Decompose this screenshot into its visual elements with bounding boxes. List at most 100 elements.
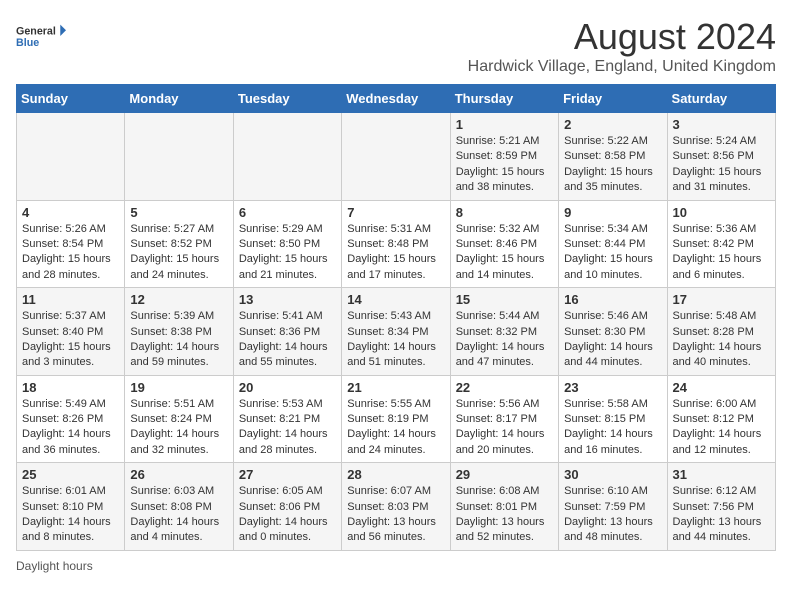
day-number: 13 — [239, 292, 336, 307]
calendar-cell: 22 Sunrise: 5:56 AM Sunset: 8:17 PM Dayli… — [450, 375, 558, 463]
day-header-monday: Monday — [125, 85, 233, 113]
day-info: Sunrise: 5:49 AM Sunset: 8:26 PM Dayligh… — [22, 397, 119, 459]
day-number: 15 — [456, 292, 553, 307]
calendar-cell: 1Sunrise: 5:21 AM Sunset: 8:59 PM Daylig… — [450, 113, 558, 201]
day-number: 7 — [347, 205, 444, 220]
day-number: 11 — [22, 292, 119, 307]
day-info: Sunrise: 6:01 AM Sunset: 8:10 PM Dayligh… — [22, 484, 119, 546]
calendar-cell: 17Sunrise: 5:48 AM Sunset: 8:28 PM Dayli… — [667, 288, 775, 376]
calendar-cell: 14 Sunrise: 5:43 AM Sunset: 8:34 PM Dayli… — [342, 288, 450, 376]
calendar-cell — [233, 113, 341, 201]
calendar-cell: 23 Sunrise: 5:58 AM Sunset: 8:15 PM Dayli… — [559, 375, 667, 463]
day-info: Sunrise: 5:44 AM Sunset: 8:32 PM Dayligh… — [456, 309, 553, 371]
week-row-4: 18 Sunrise: 5:49 AM Sunset: 8:26 PM Dayli… — [17, 375, 776, 463]
day-info: Sunrise: 5:31 AM Sunset: 8:48 PM Dayligh… — [347, 222, 444, 284]
day-number: 28 — [347, 467, 444, 482]
day-number: 2 — [564, 117, 661, 132]
day-number: 18 — [22, 380, 119, 395]
day-number: 10 — [673, 205, 770, 220]
calendar-cell: 25 Sunrise: 6:01 AM Sunset: 8:10 PM Dayli… — [17, 463, 125, 551]
day-info: Sunrise: 6:08 AM Sunset: 8:01 PM Dayligh… — [456, 484, 553, 546]
day-info: Sunrise: 6:05 AM Sunset: 8:06 PM Dayligh… — [239, 484, 336, 546]
calendar-cell: 21 Sunrise: 5:55 AM Sunset: 8:19 PM Dayli… — [342, 375, 450, 463]
day-header-saturday: Saturday — [667, 85, 775, 113]
day-info: Sunrise: 5:55 AM Sunset: 8:19 PM Dayligh… — [347, 397, 444, 459]
day-info: Sunrise: 5:43 AM Sunset: 8:34 PM Dayligh… — [347, 309, 444, 371]
calendar-cell — [342, 113, 450, 201]
day-info: Sunrise: 5:32 AM Sunset: 8:46 PM Dayligh… — [456, 222, 553, 284]
day-number: 23 — [564, 380, 661, 395]
day-info: Sunrise: 5:56 AM Sunset: 8:17 PM Dayligh… — [456, 397, 553, 459]
day-number: 19 — [130, 380, 227, 395]
day-info: Sunrise: 5:58 AM Sunset: 8:15 PM Dayligh… — [564, 397, 661, 459]
calendar-cell: 10 Sunrise: 5:36 AM Sunset: 8:42 PM Dayli… — [667, 200, 775, 288]
day-info: Sunrise: 5:34 AM Sunset: 8:44 PM Dayligh… — [564, 222, 661, 284]
calendar-cell: 31 Sunrise: 6:12 AM Sunset: 7:56 PM Dayli… — [667, 463, 775, 551]
calendar-cell — [17, 113, 125, 201]
calendar-cell: 12Sunrise: 5:39 AM Sunset: 8:38 PM Dayli… — [125, 288, 233, 376]
day-info: Sunrise: 5:24 AM Sunset: 8:56 PM Dayligh… — [673, 134, 770, 196]
svg-text:Blue: Blue — [16, 37, 39, 49]
calendar-cell: 4Sunrise: 5:26 AM Sunset: 8:54 PM Daylig… — [17, 200, 125, 288]
week-row-3: 11 Sunrise: 5:37 AM Sunset: 8:40 PM Dayli… — [17, 288, 776, 376]
calendar-cell: 6 Sunrise: 5:29 AM Sunset: 8:50 PM Daylig… — [233, 200, 341, 288]
day-info: Sunrise: 5:41 AM Sunset: 8:36 PM Dayligh… — [239, 309, 336, 371]
day-number: 3 — [673, 117, 770, 132]
week-row-5: 25 Sunrise: 6:01 AM Sunset: 8:10 PM Dayli… — [17, 463, 776, 551]
svg-text:General: General — [16, 26, 56, 38]
day-info: Sunrise: 5:36 AM Sunset: 8:42 PM Dayligh… — [673, 222, 770, 284]
calendar-cell: 9Sunrise: 5:34 AM Sunset: 8:44 PM Daylig… — [559, 200, 667, 288]
calendar-cell: 19 Sunrise: 5:51 AM Sunset: 8:24 PM Dayli… — [125, 375, 233, 463]
week-row-2: 4Sunrise: 5:26 AM Sunset: 8:54 PM Daylig… — [17, 200, 776, 288]
main-title: August 2024 — [468, 16, 776, 58]
day-number: 22 — [456, 380, 553, 395]
calendar-cell: 29 Sunrise: 6:08 AM Sunset: 8:01 PM Dayli… — [450, 463, 558, 551]
day-header-tuesday: Tuesday — [233, 85, 341, 113]
day-number: 6 — [239, 205, 336, 220]
title-area: August 2024 Hardwick Village, England, U… — [468, 16, 776, 76]
calendar-cell: 13 Sunrise: 5:41 AM Sunset: 8:36 PM Dayli… — [233, 288, 341, 376]
calendar-cell: 15 Sunrise: 5:44 AM Sunset: 8:32 PM Dayli… — [450, 288, 558, 376]
day-header-friday: Friday — [559, 85, 667, 113]
day-info: Sunrise: 5:37 AM Sunset: 8:40 PM Dayligh… — [22, 309, 119, 371]
day-info: Sunrise: 5:46 AM Sunset: 8:30 PM Dayligh… — [564, 309, 661, 371]
day-number: 8 — [456, 205, 553, 220]
logo-svg: General Blue — [16, 16, 66, 56]
calendar-cell — [125, 113, 233, 201]
calendar-cell: 28 Sunrise: 6:07 AM Sunset: 8:03 PM Dayli… — [342, 463, 450, 551]
day-number: 26 — [130, 467, 227, 482]
calendar-cell: 5Sunrise: 5:27 AM Sunset: 8:52 PM Daylig… — [125, 200, 233, 288]
day-number: 4 — [22, 205, 119, 220]
day-info: Sunrise: 6:03 AM Sunset: 8:08 PM Dayligh… — [130, 484, 227, 546]
day-info: Sunrise: 5:29 AM Sunset: 8:50 PM Dayligh… — [239, 222, 336, 284]
day-number: 16 — [564, 292, 661, 307]
day-info: Sunrise: 5:21 AM Sunset: 8:59 PM Dayligh… — [456, 134, 553, 196]
calendar-cell: 2Sunrise: 5:22 AM Sunset: 8:58 PM Daylig… — [559, 113, 667, 201]
calendar-cell: 18 Sunrise: 5:49 AM Sunset: 8:26 PM Dayli… — [17, 375, 125, 463]
day-info: Sunrise: 5:51 AM Sunset: 8:24 PM Dayligh… — [130, 397, 227, 459]
calendar-cell: 20Sunrise: 5:53 AM Sunset: 8:21 PM Dayli… — [233, 375, 341, 463]
day-number: 14 — [347, 292, 444, 307]
day-info: Sunrise: 6:00 AM Sunset: 8:12 PM Dayligh… — [673, 397, 770, 459]
footer: Daylight hours — [16, 559, 776, 573]
subtitle: Hardwick Village, England, United Kingdo… — [468, 58, 776, 76]
calendar-cell: 11 Sunrise: 5:37 AM Sunset: 8:40 PM Dayli… — [17, 288, 125, 376]
day-header-sunday: Sunday — [17, 85, 125, 113]
day-number: 24 — [673, 380, 770, 395]
day-number: 5 — [130, 205, 227, 220]
calendar-cell: 27Sunrise: 6:05 AM Sunset: 8:06 PM Dayli… — [233, 463, 341, 551]
day-number: 31 — [673, 467, 770, 482]
calendar-cell: 30Sunrise: 6:10 AM Sunset: 7:59 PM Dayli… — [559, 463, 667, 551]
day-number: 29 — [456, 467, 553, 482]
day-number: 21 — [347, 380, 444, 395]
calendar-table: SundayMondayTuesdayWednesdayThursdayFrid… — [16, 84, 776, 551]
day-number: 25 — [22, 467, 119, 482]
calendar-header-row: SundayMondayTuesdayWednesdayThursdayFrid… — [17, 85, 776, 113]
day-info: Sunrise: 6:07 AM Sunset: 8:03 PM Dayligh… — [347, 484, 444, 546]
day-header-wednesday: Wednesday — [342, 85, 450, 113]
day-info: Sunrise: 6:12 AM Sunset: 7:56 PM Dayligh… — [673, 484, 770, 546]
daylight-hours-label: Daylight hours — [16, 559, 93, 573]
day-info: Sunrise: 6:10 AM Sunset: 7:59 PM Dayligh… — [564, 484, 661, 546]
calendar-cell: 24 Sunrise: 6:00 AM Sunset: 8:12 PM Dayli… — [667, 375, 775, 463]
day-number: 17 — [673, 292, 770, 307]
